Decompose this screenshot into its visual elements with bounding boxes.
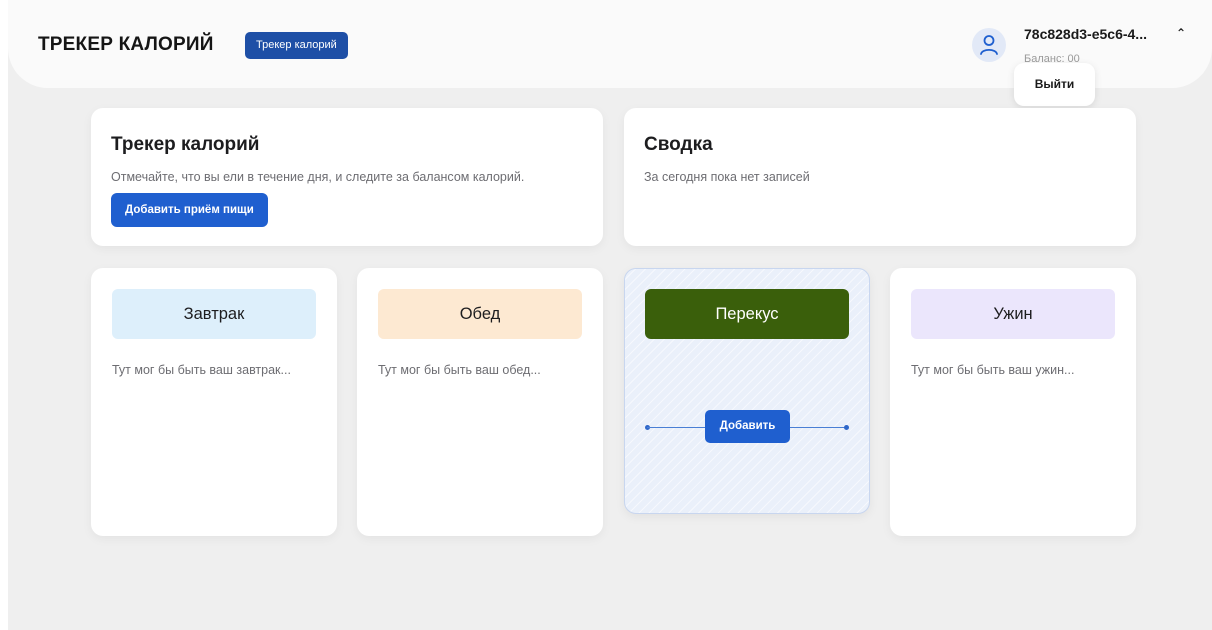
meal-header-dinner: Ужин (911, 289, 1115, 339)
summary-title: Сводка (644, 134, 713, 155)
meal-header-snack: Перекус (645, 289, 849, 339)
brand-title[interactable]: ТРЕКЕР КАЛОРИЙ (38, 34, 214, 56)
intro-title: Трекер калорий (111, 134, 260, 155)
meal-card-snack[interactable]: Перекус Добавить (624, 268, 870, 514)
meal-placeholder-dinner: Тут мог бы быть ваш ужин... (911, 363, 1075, 377)
add-meal-button[interactable]: Добавить приём пищи (111, 193, 268, 227)
summary-card: Сводка За сегодня пока нет записей (624, 108, 1136, 246)
brand-badge[interactable]: Трекер калорий (245, 32, 348, 59)
user-icon (980, 35, 998, 55)
meal-card-breakfast[interactable]: Завтрак Тут мог бы быть ваш завтрак... (91, 268, 337, 536)
meal-header-breakfast: Завтрак (112, 289, 316, 339)
user-avatar[interactable] (972, 28, 1006, 62)
logout-button[interactable]: Выйти (1014, 63, 1095, 106)
intro-description: Отмечайте, что вы ели в течение дня, и с… (111, 170, 525, 184)
summary-empty-text: За сегодня пока нет записей (644, 170, 810, 184)
add-line-right-dot (844, 425, 849, 430)
intro-card: Трекер калорий Отмечайте, что вы ели в т… (91, 108, 603, 246)
meal-placeholder-lunch: Тут мог бы быть ваш обед... (378, 363, 541, 377)
meal-placeholder-breakfast: Тут мог бы быть ваш завтрак... (112, 363, 291, 377)
meal-header-lunch: Обед (378, 289, 582, 339)
add-snack-button[interactable]: Добавить (705, 410, 790, 443)
user-id[interactable]: 78c828d3-e5c6-4... (1024, 26, 1147, 42)
chevron-up-icon[interactable]: ⌃ (1176, 26, 1186, 40)
meal-card-dinner[interactable]: Ужин Тут мог бы быть ваш ужин... (890, 268, 1136, 536)
app-viewport: ТРЕКЕР КАЛОРИЙ Трекер калорий 78c828d3-e… (8, 0, 1212, 630)
add-line-left (647, 427, 705, 428)
meal-card-lunch[interactable]: Обед Тут мог бы быть ваш обед... (357, 268, 603, 536)
add-line-right (790, 427, 846, 428)
